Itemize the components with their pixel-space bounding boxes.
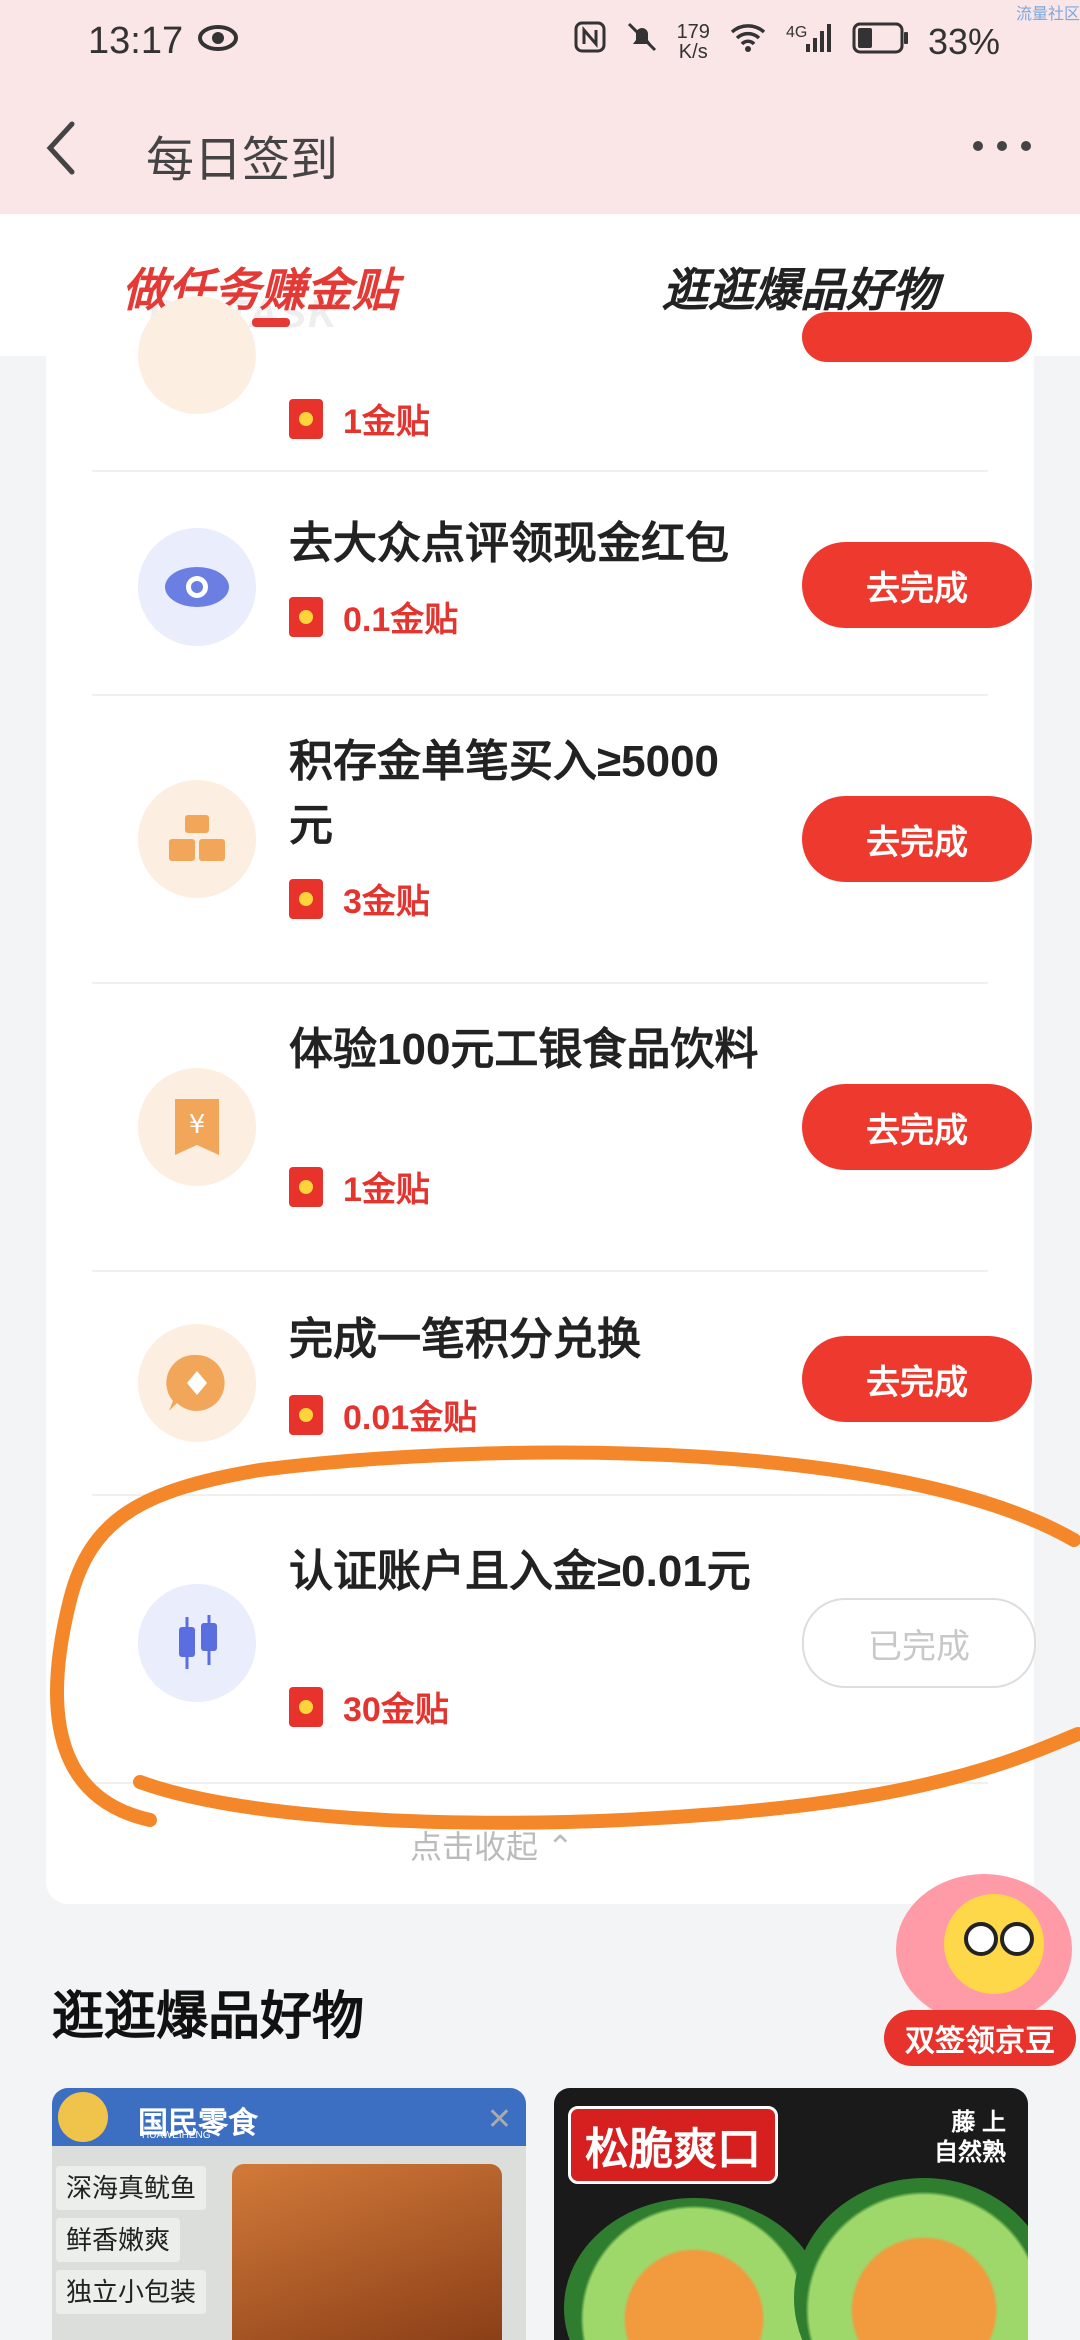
eye-icon bbox=[196, 16, 240, 70]
close-icon[interactable]: ✕ bbox=[487, 2102, 512, 2137]
points-chat-icon bbox=[138, 1324, 256, 1442]
task-reward: 1金贴 bbox=[289, 1162, 430, 1211]
task-name: 积存金单笔买入≥5000元 bbox=[289, 737, 720, 850]
more-options-icon[interactable] bbox=[970, 126, 1034, 171]
section-title: 逛逛爆品好物 bbox=[52, 1988, 365, 2046]
eye-icon bbox=[138, 528, 256, 646]
product-card[interactable]: 国民零食 HUAWEIHENG ✕ 深海真鱿鱼 鲜香嫩爽 独立小包装 bbox=[52, 2088, 526, 2340]
brand-logo-icon bbox=[58, 2092, 108, 2142]
red-packet-icon bbox=[289, 1394, 323, 1435]
task-name: 认证账户且入金≥0.01元 bbox=[289, 1547, 751, 1596]
corner-watermark: 流量社区 bbox=[1015, 6, 1080, 23]
task-card: 1金贴 去大众点评领现金红包 0.1金贴 去完成 积存金单笔买入≥5000元 3… bbox=[46, 296, 1036, 1904]
double-sign-float-badge[interactable]: 双签领京豆 bbox=[882, 1874, 1080, 2072]
status-time: 13:17 bbox=[88, 20, 184, 62]
go-complete-button[interactable] bbox=[802, 312, 1032, 362]
go-complete-button[interactable]: 去完成 bbox=[802, 1084, 1032, 1170]
red-packet-icon bbox=[289, 596, 323, 637]
task-row: 完成一笔积分兑换 0.01金贴 去完成 bbox=[92, 1270, 1032, 1496]
red-packet-icon bbox=[289, 398, 323, 439]
product-subtitle: 藤 上自然熟 bbox=[934, 2109, 1006, 2166]
product-card[interactable]: 松脆爽口 藤 上自然熟 bbox=[554, 2088, 1028, 2340]
gift-icon bbox=[138, 296, 256, 414]
red-packet-icon bbox=[289, 1686, 323, 1727]
collapse-link[interactable]: 点击收起 ⌃ bbox=[410, 1822, 574, 1868]
go-complete-button[interactable]: 去完成 bbox=[802, 796, 1032, 882]
wifi-icon bbox=[728, 20, 768, 64]
mascot-eye bbox=[964, 1922, 998, 1956]
melon-image bbox=[564, 2198, 824, 2340]
task-row: 认证账户且入金≥0.01元 30金贴 已完成 bbox=[92, 1494, 1036, 1784]
completed-button: 已完成 bbox=[802, 1598, 1036, 1688]
task-reward: 0.1金贴 bbox=[289, 592, 458, 641]
task-reward: 30金贴 bbox=[289, 1682, 449, 1731]
app-bar: 每日签到 bbox=[0, 86, 1080, 214]
product-feature: 深海真鱿鱼 bbox=[56, 2166, 207, 2210]
product-feature: 独立小包装 bbox=[56, 2270, 207, 2314]
task-row: 积存金单笔买入≥5000元 3金贴 去完成 bbox=[92, 694, 1032, 984]
active-tab-indicator bbox=[252, 318, 290, 327]
task-row: 1金贴 bbox=[92, 296, 1032, 472]
yuan-coupon-icon: ¥ bbox=[138, 1068, 256, 1186]
status-bar: 13:17 179 K/s 4G 33% 流量社区 bbox=[0, 0, 1080, 86]
mute-bell-icon bbox=[625, 20, 659, 64]
product-feature: 鲜香嫩爽 bbox=[56, 2218, 181, 2262]
melon-image bbox=[794, 2178, 1028, 2340]
task-name: 完成一笔积分兑换 bbox=[289, 1315, 641, 1364]
task-reward: 3金贴 bbox=[289, 874, 430, 923]
signal-icon bbox=[804, 20, 834, 64]
squid-snack-image bbox=[232, 2164, 502, 2340]
net-speed: 179 K/s bbox=[676, 21, 710, 63]
back-arrow-icon[interactable] bbox=[42, 116, 82, 185]
task-name: 去大众点评领现金红包 bbox=[289, 519, 729, 568]
svg-text:¥: ¥ bbox=[189, 1110, 206, 1140]
task-reward: 1金贴 bbox=[289, 394, 430, 443]
go-complete-button[interactable]: 去完成 bbox=[802, 1336, 1032, 1422]
product-tag: 松脆爽口 bbox=[568, 2106, 778, 2184]
red-packet-icon bbox=[289, 1166, 323, 1207]
tab-browse-products[interactable]: 逛逛爆品好物 bbox=[662, 254, 938, 320]
mascot-eye bbox=[1000, 1922, 1034, 1956]
task-row: ¥ 体验100元工银食品饮料 1金贴 去完成 bbox=[92, 982, 1032, 1272]
task-name: 体验100元工银食品饮料 bbox=[289, 1025, 759, 1074]
product-brand-header: 国民零食 HUAWEIHENG bbox=[52, 2088, 526, 2146]
page-title: 每日签到 bbox=[146, 134, 339, 187]
badge-label: 双签领京豆 bbox=[884, 2010, 1076, 2066]
candlestick-icon bbox=[138, 1584, 256, 1702]
nfc-icon bbox=[573, 20, 607, 64]
red-packet-icon bbox=[289, 878, 323, 919]
go-complete-button[interactable]: 去完成 bbox=[802, 542, 1032, 628]
task-reward: 0.01金贴 bbox=[289, 1390, 477, 1439]
battery-icon bbox=[852, 21, 910, 64]
gold-bars-icon bbox=[138, 780, 256, 898]
task-row: 去大众点评领现金红包 0.1金贴 去完成 bbox=[92, 470, 1032, 696]
battery-percent: 33% bbox=[927, 21, 1000, 62]
